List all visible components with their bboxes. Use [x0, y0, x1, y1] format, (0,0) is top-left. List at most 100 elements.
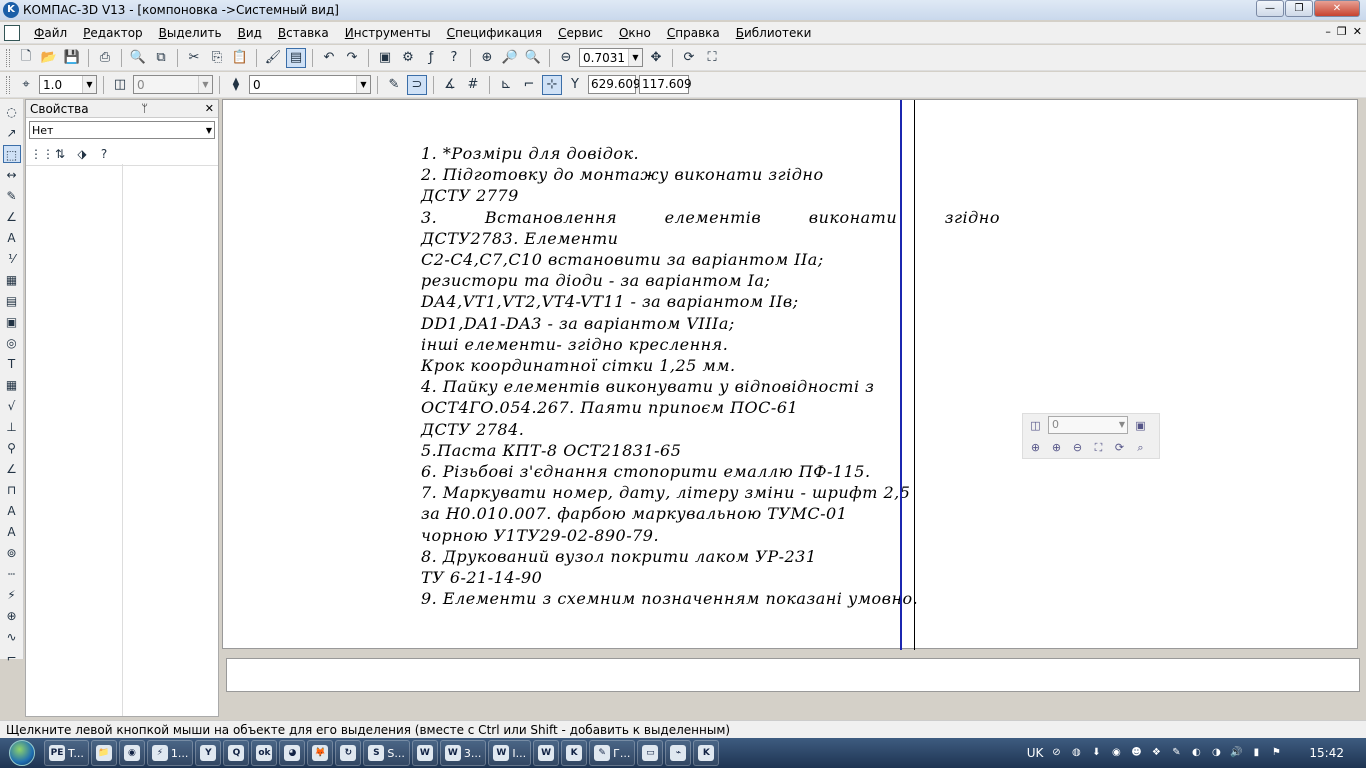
- cut-icon[interactable]: ✂: [184, 48, 204, 68]
- taskbar-item[interactable]: ok: [251, 740, 278, 766]
- flag-icon[interactable]: ⚑: [1269, 746, 1283, 760]
- menu-edit[interactable]: Редактор: [75, 26, 150, 40]
- ortho-icon[interactable]: ⌐: [519, 75, 539, 95]
- object-icon[interactable]: ⬗: [74, 146, 90, 162]
- pin-icon[interactable]: ᛘ: [137, 102, 152, 115]
- open-file-icon[interactable]: 📂: [39, 48, 59, 68]
- tolerance-icon[interactable]: ∠: [3, 460, 21, 478]
- mdi-restore-button[interactable]: ❐: [1337, 25, 1347, 38]
- menu-file[interactable]: Файл: [26, 26, 75, 40]
- taskbar-item[interactable]: Q: [223, 740, 250, 766]
- close-button[interactable]: ✕: [1314, 0, 1360, 17]
- toolbar-grip[interactable]: [6, 48, 10, 67]
- preview-icon[interactable]: 🔍: [128, 48, 148, 68]
- circle-mark-icon[interactable]: ⊚: [3, 544, 21, 562]
- zoom-in-icon[interactable]: ⊕: [1048, 439, 1065, 456]
- dimensions-icon[interactable]: ↗: [3, 124, 21, 142]
- taskbar-item[interactable]: ◉: [118, 740, 145, 766]
- layer-icon[interactable]: ◫: [1027, 417, 1044, 434]
- parametrize-icon[interactable]: ∠: [3, 208, 21, 226]
- tray-icon[interactable]: ⊘: [1049, 746, 1063, 760]
- grid-icon[interactable]: #: [463, 75, 483, 95]
- roughness-icon[interactable]: √: [3, 397, 21, 415]
- menu-service[interactable]: Сервис: [550, 26, 611, 40]
- fx-icon[interactable]: ƒ: [421, 48, 441, 68]
- zoom-combo[interactable]: 0.7031 ▼: [579, 48, 643, 67]
- save-icon[interactable]: 💾: [62, 48, 82, 68]
- undo-icon[interactable]: ↶: [319, 48, 339, 68]
- show-all-icon[interactable]: ⛶: [702, 48, 722, 68]
- base-icon[interactable]: ⊥: [3, 418, 21, 436]
- menu-tools[interactable]: Инструменты: [337, 26, 439, 40]
- help-icon[interactable]: ?: [96, 146, 112, 162]
- taskbar-item[interactable]: ⌁: [665, 740, 692, 766]
- break-line-icon[interactable]: ⌐: [3, 649, 21, 667]
- chevron-down-icon[interactable]: ▼: [1119, 417, 1125, 433]
- maximize-button[interactable]: ❐: [1285, 0, 1313, 17]
- document-icon[interactable]: [4, 24, 20, 41]
- chevron-down-icon[interactable]: ▼: [198, 76, 212, 93]
- taskbar-item[interactable]: S S...: [363, 740, 410, 766]
- taskbar-item[interactable]: ◕: [279, 740, 306, 766]
- save-icon[interactable]: ▣: [1132, 417, 1149, 434]
- taskbar-item[interactable]: K: [561, 740, 588, 766]
- text-icon[interactable]: T: [3, 355, 21, 373]
- pencil-state-icon[interactable]: ✎: [384, 75, 404, 95]
- dropbox-icon[interactable]: ❖: [1149, 746, 1163, 760]
- taskbar-item[interactable]: Y: [195, 740, 222, 766]
- redo-icon[interactable]: ↷: [342, 48, 362, 68]
- print-icon[interactable]: ⎙: [95, 48, 115, 68]
- library-manager-icon[interactable]: ▣: [375, 48, 395, 68]
- volume-icon[interactable]: 🔊: [1229, 746, 1243, 760]
- zoom-out-icon[interactable]: ⊖: [1069, 439, 1086, 456]
- taskbar-item[interactable]: W: [533, 740, 560, 766]
- style-combo[interactable]: 0 ▼: [249, 75, 371, 94]
- select-icon[interactable]: ⬚: [2, 145, 21, 163]
- round-icon[interactable]: ⊹: [542, 74, 562, 95]
- sort-icon[interactable]: ⇅: [52, 146, 68, 162]
- spec-icon[interactable]: ⅟: [3, 250, 21, 268]
- taskbar-item[interactable]: 📁: [90, 740, 117, 766]
- mark-icon[interactable]: A: [3, 523, 21, 541]
- zoom-in-icon[interactable]: 🔎: [500, 48, 520, 68]
- taskbar-item[interactable]: 🦊: [307, 740, 334, 766]
- help-pointer-icon[interactable]: ?: [444, 48, 464, 68]
- center-mark-icon[interactable]: ⊕: [3, 607, 21, 625]
- toolbar-grip[interactable]: [6, 75, 10, 94]
- pan-icon[interactable]: ✥: [646, 48, 666, 68]
- layer-combo[interactable]: 0 ▼: [133, 75, 213, 94]
- manager-icon[interactable]: ⧉: [151, 48, 171, 68]
- taskbar-item[interactable]: ▭: [637, 740, 664, 766]
- chevron-down-icon[interactable]: ▼: [356, 76, 370, 93]
- local-cs-icon[interactable]: ∡: [440, 75, 460, 95]
- axes-icon[interactable]: ⊾: [496, 75, 516, 95]
- layer-state-icon[interactable]: ⧫: [226, 75, 246, 95]
- step-combo[interactable]: 1.0 ▼: [39, 75, 97, 94]
- float-layer-combo[interactable]: 0 ▼: [1048, 416, 1128, 434]
- tray-icon[interactable]: ◍: [1069, 746, 1083, 760]
- refresh-icon[interactable]: ⟳: [1111, 439, 1128, 456]
- language-indicator[interactable]: UK: [1027, 746, 1044, 760]
- cursor-step-icon[interactable]: ⌖: [16, 75, 36, 95]
- zoom-window-icon[interactable]: ⊕: [477, 48, 497, 68]
- layer-icon[interactable]: ◫: [110, 75, 130, 95]
- download-icon[interactable]: ⬇: [1089, 746, 1103, 760]
- wave-line-icon[interactable]: ∿: [3, 628, 21, 646]
- axis-line-icon[interactable]: ┄: [3, 565, 21, 583]
- drawing-canvas[interactable]: 1. *Розміри для довідок. 2. Підготовку д…: [222, 99, 1358, 650]
- zoom-fit-icon[interactable]: ⛶: [1090, 439, 1107, 456]
- insert-icon[interactable]: ▤: [3, 292, 21, 310]
- properties-combo[interactable]: Нет ▼: [29, 121, 215, 139]
- cut-line-icon[interactable]: ⊓: [3, 481, 21, 499]
- view-icon[interactable]: ▣: [3, 313, 21, 331]
- assoc-icon[interactable]: ◎: [3, 334, 21, 352]
- taskbar-item[interactable]: ↻: [335, 740, 362, 766]
- chevron-down-icon[interactable]: ▼: [628, 49, 642, 66]
- taskbar-item[interactable]: ✎ Г...: [589, 740, 636, 766]
- panel-close-icon[interactable]: ✕: [201, 102, 218, 115]
- taskbar-item[interactable]: ⚡ 1...: [146, 740, 194, 766]
- chevron-down-icon[interactable]: ▼: [82, 76, 96, 93]
- taskbar-item[interactable]: W 3...: [439, 740, 487, 766]
- table-icon[interactable]: ▦: [3, 376, 21, 394]
- minimize-button[interactable]: —: [1256, 0, 1284, 17]
